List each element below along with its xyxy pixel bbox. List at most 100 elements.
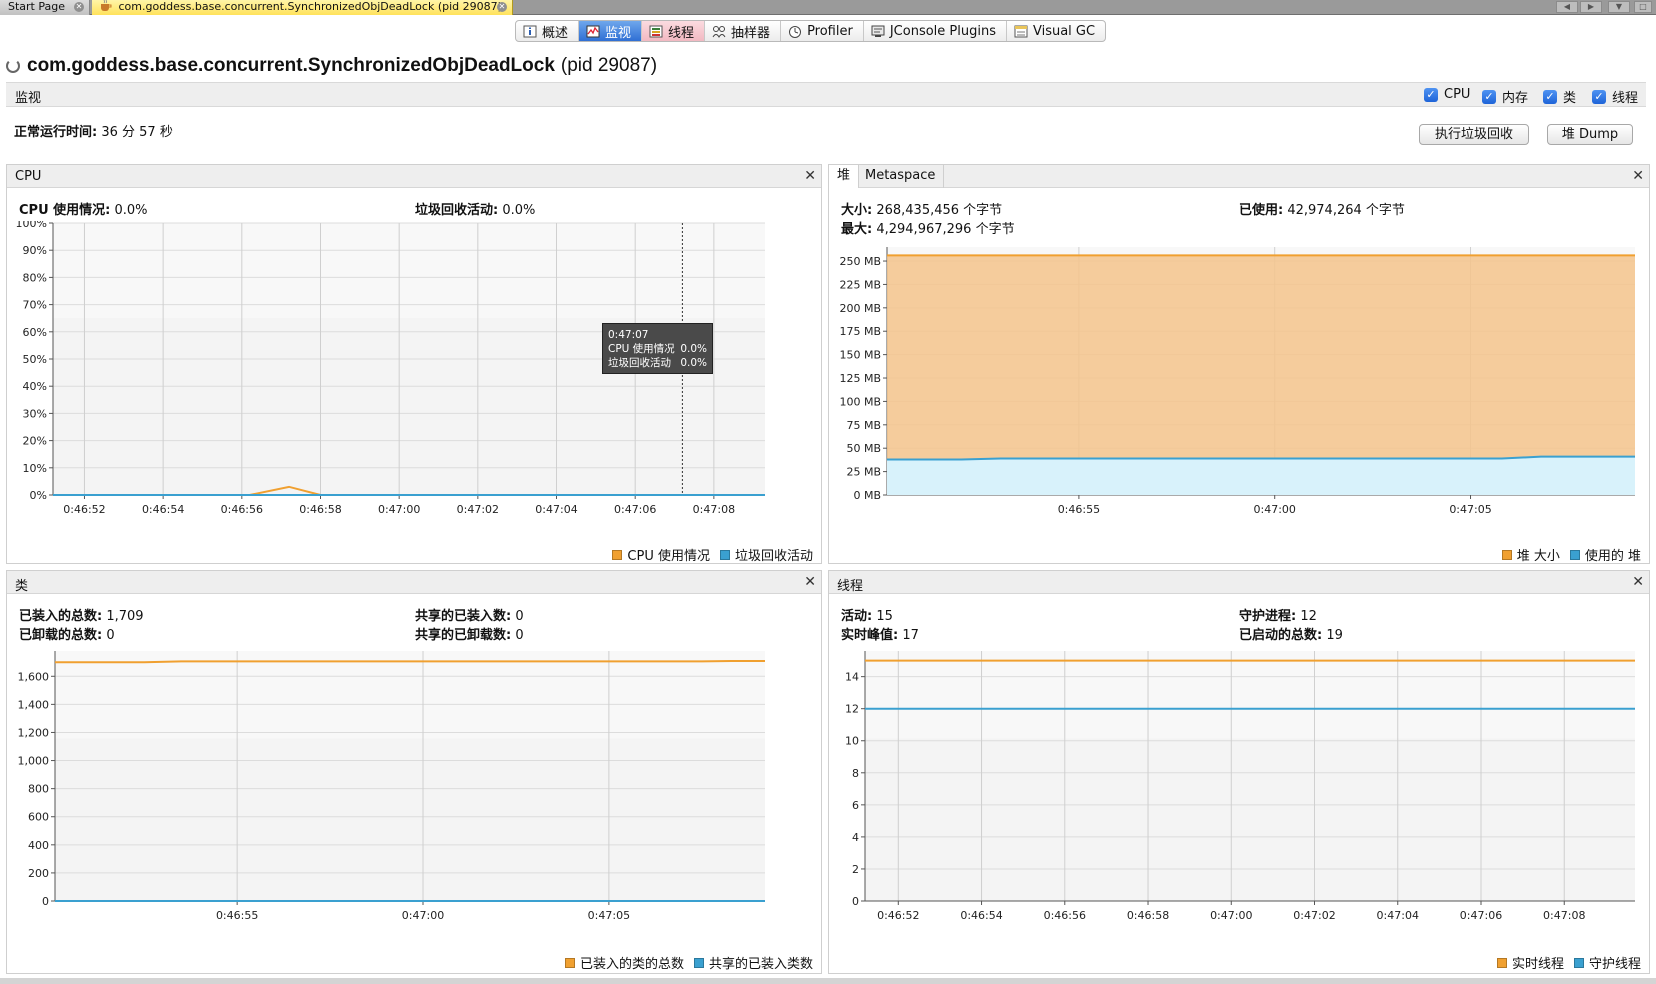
legend-label: 已装入的类的总数 <box>579 957 684 972</box>
legend-label: 堆 大小 <box>1516 549 1560 564</box>
plot-area-highlight <box>53 223 765 319</box>
classes-chart: 1,600 1,400 1,200 1,000 800 600 400 200 0 0:46:55… <box>18 651 765 922</box>
x-tick-label: 0:47:02 <box>1293 909 1335 922</box>
stat-label: 活动: <box>841 609 873 624</box>
x-tick-label: 0:47:06 <box>614 503 656 516</box>
tooltip-value: 0.0% <box>680 357 707 369</box>
legend-swatch <box>1569 549 1580 560</box>
doc-tab-start-page[interactable]: Start Page ✕ <box>0 0 90 15</box>
checkbox-label: 类 <box>1563 91 1577 106</box>
threads-checkbox[interactable]: ✓ 线程 <box>1592 87 1638 106</box>
tab-profiler[interactable]: Profiler <box>781 21 864 41</box>
close-icon[interactable]: ✕ <box>1632 168 1644 184</box>
y-tick-label: 90% <box>23 244 47 257</box>
tooltip-label: CPU 使用情况 <box>608 343 675 355</box>
tab-overview[interactable]: 概述 <box>516 21 580 41</box>
stat-value: 42,974,264 个字节 <box>1287 203 1405 218</box>
process-id: (pid 29087) <box>560 55 658 76</box>
x-tick-label: 0:47:00 <box>378 503 420 516</box>
x-tick-label: 0:47:00 <box>1210 909 1252 922</box>
series-line <box>55 659 765 664</box>
visualgc-icon <box>1014 25 1028 37</box>
stat-value: 0 <box>515 609 524 624</box>
memory-checkbox[interactable]: ✓ 内存 <box>1482 87 1528 106</box>
tooltip-row: 垃圾回收活动 0.0% <box>608 356 707 370</box>
tab-label: 概述 <box>542 25 569 41</box>
tab-heap[interactable]: 堆 <box>829 165 860 188</box>
tab-metaspace[interactable]: Metaspace <box>857 165 945 188</box>
legend-label: 守护线程 <box>1588 957 1641 972</box>
page-title: com.goddess.base.concurrent.Synchronized… <box>27 55 555 76</box>
tab-list-dropdown-icon[interactable]: ▼ <box>1608 1 1630 13</box>
tab-label: Visual GC <box>1032 23 1096 39</box>
legend-label: 实时线程 <box>1511 957 1564 972</box>
tab-sampler[interactable]: 抽样器 <box>705 21 782 41</box>
plot-area-highlight <box>55 651 765 739</box>
x-tick-label: 0:47:00 <box>1254 503 1296 516</box>
y-tick-label: 10 <box>845 735 859 748</box>
close-icon[interactable]: ✕ <box>804 168 816 184</box>
y-tick-label: 0 <box>42 895 49 908</box>
x-tick-label: 0:46:54 <box>960 909 1002 922</box>
y-tick-label: 1,200 <box>18 726 50 739</box>
x-tick-label: 0:46:58 <box>299 503 341 516</box>
tab-visual-gc[interactable]: Visual GC <box>1007 21 1105 41</box>
legend-item-heap-used: 使用的 堆 <box>1569 545 1641 564</box>
tab-monitor[interactable]: 监视 <box>579 21 643 41</box>
legend-swatch <box>1573 957 1584 968</box>
y-tick-label: 50% <box>23 353 47 366</box>
cpu-panel-header: CPU ✕ <box>7 165 821 188</box>
stat-value: 268,435,456 个字节 <box>876 203 1003 218</box>
threads-chart: 14 12 10 8 6 4 2 0 0:46:52 0:46:54 0:46:56 0:46:58 0… <box>845 651 1635 922</box>
stat-value: 12 <box>1300 609 1317 624</box>
y-tick-label: 10% <box>23 462 47 475</box>
tab-threads[interactable]: 线程 <box>642 21 706 41</box>
close-icon[interactable]: ✕ <box>1632 574 1644 590</box>
cpu-checkbox[interactable]: ✓ CPU <box>1424 87 1470 102</box>
status-strip <box>0 978 1656 984</box>
legend-item-daemon-threads: 守护线程 <box>1573 953 1641 972</box>
y-tick-label: 150 MB <box>839 349 881 362</box>
close-tab-icon[interactable]: ✕ <box>497 2 507 12</box>
cpu-usage-stat: CPU 使用情况: 0.0% <box>19 199 148 218</box>
checkmark-icon: ✓ <box>1543 89 1557 104</box>
x-tick-label: 0:47:05 <box>588 909 630 922</box>
close-icon[interactable]: ✕ <box>804 574 816 590</box>
document-tab-bar: Start Page ✕ com.goddess.base.concurrent… <box>0 0 1656 15</box>
stat-label: 垃圾回收活动: <box>415 203 499 218</box>
legend-label: 使用的 堆 <box>1584 549 1641 564</box>
tab-label: 线程 <box>668 25 695 41</box>
y-tick-label: 200 MB <box>839 302 881 315</box>
close-tab-icon[interactable]: ✕ <box>74 2 84 12</box>
classes-loaded-stat: 已装入的总数: 1,709 <box>19 605 144 624</box>
x-tick-label: 0:47:04 <box>535 503 577 516</box>
classes-checkbox[interactable]: ✓ 类 <box>1543 87 1576 106</box>
y-tick-label: 175 MB <box>839 325 881 338</box>
tooltip-time: 0:47:07 <box>608 329 649 341</box>
profiler-icon <box>789 25 802 38</box>
tooltip-value: 0.0% <box>680 343 707 355</box>
series-area <box>887 456 1635 495</box>
tab-jconsole-plugins[interactable]: JConsole Plugins <box>864 21 1007 41</box>
heap-legend: 堆 大小 使用的 堆 <box>1492 545 1641 564</box>
uptime-text: 正常运行时间: 36 分 57 秒 <box>14 121 173 140</box>
legend-item-shared-classes: 共享的已装入类数 <box>693 953 813 972</box>
heap-dump-button[interactable]: 堆 Dump <box>1547 124 1633 145</box>
doc-tab-label: com.goddess.base.concurrent.Synchronized… <box>118 0 502 13</box>
threads-panel-title: 线程 <box>837 579 864 594</box>
y-tick-label: 225 MB <box>839 278 881 291</box>
maximize-window-icon[interactable]: □ <box>1634 1 1652 13</box>
uptime-label: 正常运行时间: <box>14 125 98 140</box>
y-tick-label: 75 MB <box>846 419 881 432</box>
tab-label: 抽样器 <box>731 25 771 41</box>
heap-max-stat: 最大: 4,294,967,296 个字节 <box>841 218 1015 237</box>
classes-unloaded-stat: 已卸载的总数: 0 <box>19 624 115 643</box>
scroll-left-icon[interactable]: ◀ <box>1556 1 1578 13</box>
doc-tab-application[interactable]: com.goddess.base.concurrent.Synchronized… <box>92 0 513 15</box>
legend-swatch <box>1501 549 1512 560</box>
y-tick-label: 100% <box>16 221 47 230</box>
tooltip-label: 垃圾回收活动 <box>608 357 671 369</box>
threads-icon <box>649 25 663 37</box>
perform-gc-button[interactable]: 执行垃圾回收 <box>1419 124 1529 145</box>
scroll-right-icon[interactable]: ▶ <box>1580 1 1602 13</box>
